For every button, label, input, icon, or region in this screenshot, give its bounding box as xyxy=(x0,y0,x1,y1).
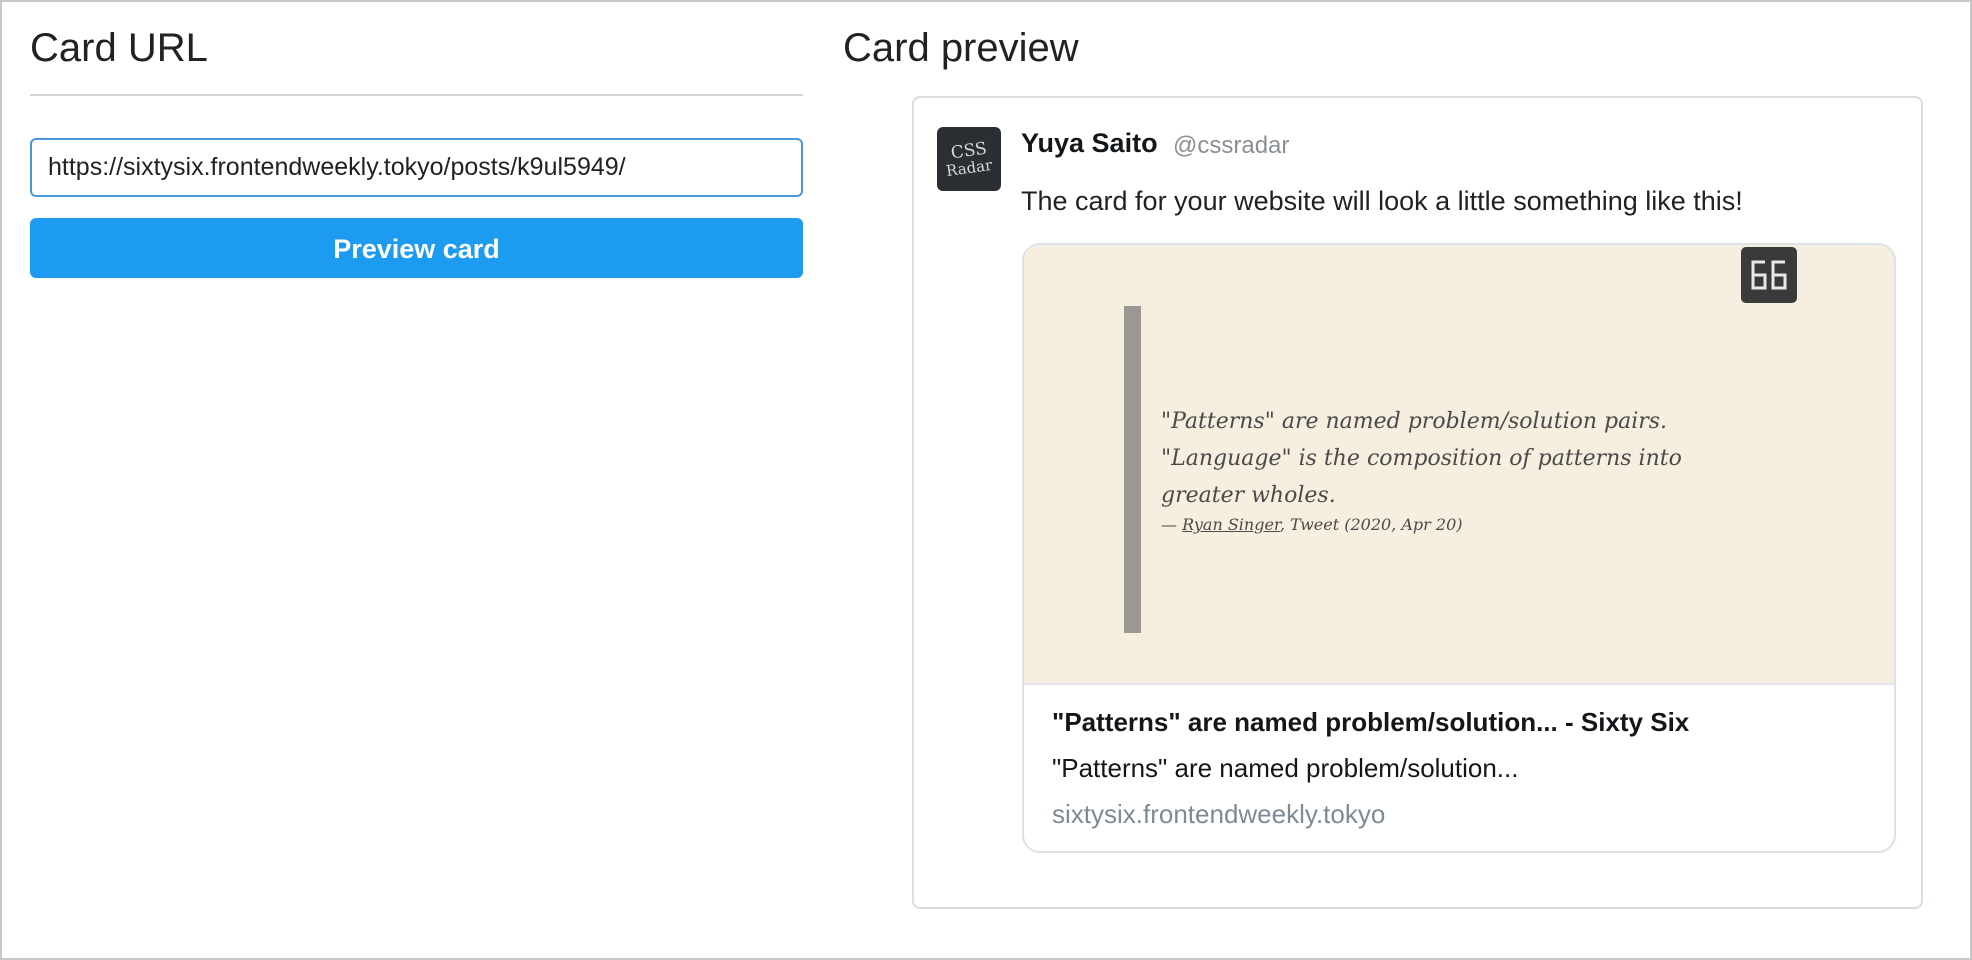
link-card[interactable]: "Patterns" are named problem/solution pa… xyxy=(1022,243,1896,853)
card-description: "Patterns" are named problem/solution... xyxy=(1052,753,1519,783)
card-url-input[interactable] xyxy=(30,138,803,197)
card-preview-heading: Card preview xyxy=(843,26,1079,70)
quote-line: greater wholes. xyxy=(1161,483,1336,508)
cite-suffix: , Tweet (2020, Apr 20) xyxy=(1279,515,1463,534)
cite-prefix: — xyxy=(1161,515,1183,534)
quote-citation: — Ryan Singer, Tweet (2020, Apr 20) xyxy=(1161,515,1463,534)
cite-author-link: Ryan Singer xyxy=(1182,515,1280,534)
author-handle: @cssradar xyxy=(1173,132,1290,159)
sixty-six-logo-icon xyxy=(1741,247,1797,303)
card-domain: sixtysix.frontendweekly.tokyo xyxy=(1052,799,1386,829)
avatar: CSS Radar xyxy=(937,127,1001,191)
blockquote-bar xyxy=(1124,306,1141,633)
quote-text: "Patterns" are named problem/solution pa… xyxy=(1161,403,1781,514)
tweet-text: The card for your website will look a li… xyxy=(1021,186,1743,216)
author-name: Yuya Saito xyxy=(1021,128,1158,158)
avatar-text-line2: Radar xyxy=(944,155,994,180)
heading-divider xyxy=(30,94,803,96)
quote-line: "Language" is the composition of pattern… xyxy=(1161,446,1682,471)
preview-card-button[interactable]: Preview card xyxy=(30,218,803,278)
quote-line: "Patterns" are named problem/solution pa… xyxy=(1161,409,1668,434)
card-title: "Patterns" are named problem/solution...… xyxy=(1052,707,1690,737)
card-image: "Patterns" are named problem/solution pa… xyxy=(1024,245,1894,685)
card-url-heading: Card URL xyxy=(30,26,208,70)
